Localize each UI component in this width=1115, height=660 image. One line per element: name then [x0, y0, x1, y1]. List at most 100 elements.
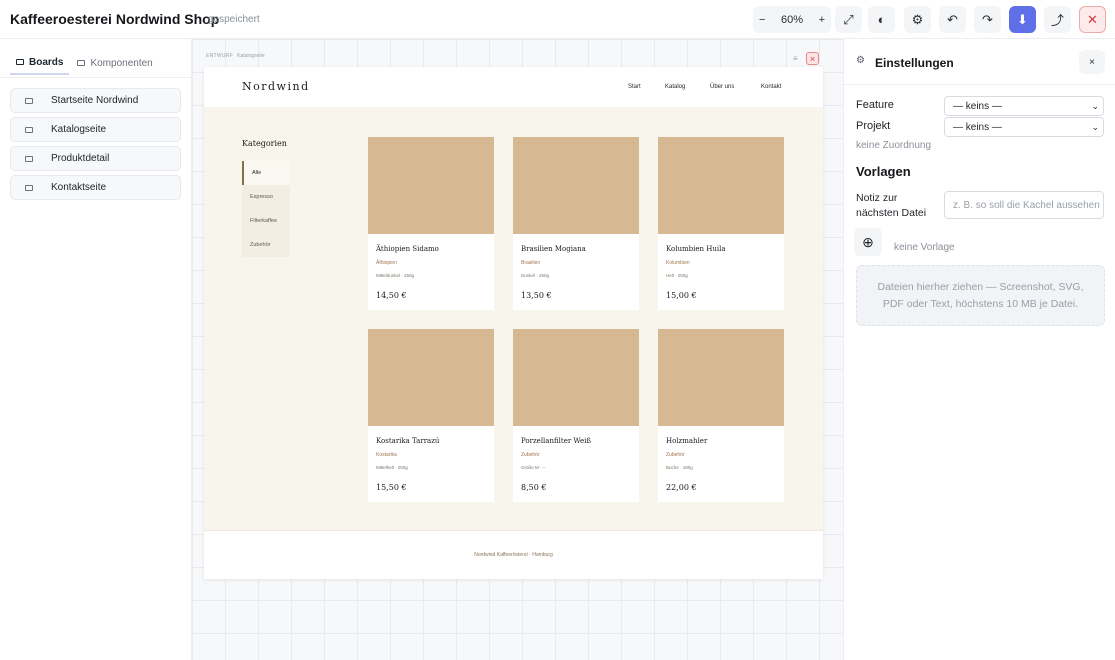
- board-name: Katalogseite: [237, 53, 265, 59]
- nav-link-start[interactable]: Start: [628, 84, 641, 90]
- board-kind: ENTWURF: [206, 53, 234, 59]
- download-button[interactable]: ⬇: [1009, 6, 1036, 33]
- product-origin: Brasilien: [521, 260, 541, 266]
- category-item-alle[interactable]: Alle: [242, 161, 290, 185]
- product-meta: Dunkel · 250g: [521, 273, 550, 278]
- sidebar-tabs: Boards Komponenten: [10, 51, 159, 75]
- feature-select[interactable]: — keins — ⌄: [944, 96, 1104, 116]
- board-icon: [25, 126, 33, 133]
- tab-label: Boards: [29, 56, 64, 68]
- category-item-zubehoer[interactable]: Zubehör: [242, 233, 290, 257]
- product-price: 8,50 €: [521, 483, 547, 492]
- product-name: Porzellanfilter Weiß: [521, 437, 592, 445]
- gear-icon: ⚙: [856, 55, 865, 66]
- board-item-katalogseite[interactable]: Katalogseite: [10, 117, 181, 142]
- component-icon: [77, 60, 86, 66]
- close-icon: ✕: [1087, 11, 1098, 27]
- undo-button[interactable]: ↶: [939, 6, 966, 33]
- product-card[interactable]: Brasilien Mogiana Brasilien Dunkel · 250…: [513, 137, 639, 310]
- divider: [0, 77, 191, 78]
- product-origin: Äthiopien: [376, 260, 397, 266]
- note-input[interactable]: z. B. so soll die Kachel aussehen: [944, 191, 1104, 219]
- zoom-control: − 60% +: [753, 6, 831, 33]
- board-icon: [16, 59, 24, 65]
- site-header: Nordwind Start Katalog Über uns Kontakt: [204, 67, 823, 107]
- fit-screen-button[interactable]: ⤢: [835, 6, 862, 33]
- share-button[interactable]: ⤴: [1044, 6, 1071, 33]
- product-card[interactable]: Kolumbien Huila Kolumbien Hell · 250g 15…: [658, 137, 784, 310]
- close-app-button[interactable]: ✕: [1079, 6, 1106, 33]
- board-item-startseite[interactable]: Startseite Nordwind: [10, 88, 181, 113]
- product-image-placeholder: [658, 137, 784, 234]
- project-label: Projekt: [856, 120, 891, 132]
- site-footer: Nordwind Kaffeerösterei · Hamburg: [204, 530, 823, 579]
- product-price: 15,00 €: [666, 291, 697, 300]
- board-item-produktdetail[interactable]: Produktdetail: [10, 146, 181, 171]
- product-price: 22,00 €: [666, 483, 697, 492]
- save-status: gespeichert: [208, 14, 260, 25]
- product-card[interactable]: Kostarika Tarrazú Kostarika Mittelhell ·…: [368, 329, 494, 502]
- panel-close-button[interactable]: ×: [1079, 50, 1105, 74]
- gear-icon: ⚙: [911, 11, 924, 27]
- board-close-button[interactable]: ×: [806, 52, 819, 65]
- zoom-level[interactable]: 60%: [781, 14, 803, 26]
- product-origin: Kolumbien: [666, 260, 690, 266]
- product-name: Kolumbien Huila: [666, 245, 726, 253]
- file-dropzone[interactable]: Dateien hierher ziehen — Screenshot, SVG…: [856, 265, 1105, 326]
- design-canvas[interactable]: ENTWURF Katalogseite ≡ × Nordwind Start …: [192, 39, 843, 660]
- product-origin: Zubehör: [666, 452, 685, 458]
- product-image-placeholder: [368, 329, 494, 426]
- board-list: Startseite Nordwind Katalogseite Produkt…: [10, 88, 181, 204]
- product-meta: Mitteldunkel · 250g: [376, 273, 415, 278]
- no-template-text: keine Vorlage: [894, 242, 955, 253]
- add-template-button[interactable]: ⊕: [854, 228, 882, 256]
- zoom-in-button[interactable]: +: [819, 14, 825, 26]
- board-icon: [25, 155, 33, 162]
- chevron-down-icon: ⌄: [1091, 121, 1099, 132]
- product-meta: Hell · 250g: [666, 273, 688, 278]
- product-meta: Mittelhell · 250g: [376, 465, 408, 470]
- tab-label: Komponenten: [90, 57, 153, 69]
- product-name: Kostarika Tarrazú: [376, 437, 440, 445]
- nav-link-ueber-uns[interactable]: Über uns: [710, 84, 734, 90]
- product-price: 15,50 €: [376, 483, 407, 492]
- product-price: 14,50 €: [376, 291, 407, 300]
- product-meta: Buche · 180g: [666, 465, 693, 470]
- category-item-espresso[interactable]: Espresso: [242, 185, 290, 209]
- board-item-kontaktseite[interactable]: Kontaktseite: [10, 175, 181, 200]
- project-select-value: — keins —: [953, 121, 1002, 133]
- undo-icon: ↶: [947, 11, 958, 27]
- categories-title: Kategorien: [242, 139, 287, 148]
- product-image-placeholder: [513, 329, 639, 426]
- product-card[interactable]: Äthiopien Sidamo Äthiopien Mitteldunkel …: [368, 137, 494, 310]
- board-item-label: Startseite Nordwind: [51, 95, 139, 106]
- divider: [844, 84, 1115, 85]
- app-title: Kaffeeroesterei Nordwind Shop: [10, 11, 220, 27]
- top-bar: Kaffeeroesterei Nordwind Shop gespeicher…: [0, 0, 1115, 39]
- product-image-placeholder: [513, 137, 639, 234]
- product-meta: Größe M · –: [521, 465, 546, 470]
- project-select[interactable]: — keins — ⌄: [944, 117, 1104, 137]
- category-item-filterkaffee[interactable]: Filterkaffee: [242, 209, 290, 233]
- theme-toggle-button[interactable]: ◐: [868, 6, 895, 33]
- redo-button[interactable]: ↷: [974, 6, 1001, 33]
- tab-boards[interactable]: Boards: [10, 51, 70, 75]
- board-katalogseite[interactable]: Nordwind Start Katalog Über uns Kontakt …: [204, 67, 823, 579]
- product-name: Brasilien Mogiana: [521, 245, 586, 253]
- site-logo: Nordwind: [242, 80, 310, 93]
- zoom-out-button[interactable]: −: [759, 14, 765, 26]
- category-list: Alle Espresso Filterkaffee Zubehör: [242, 161, 290, 257]
- product-card[interactable]: Porzellanfilter Weiß Zubehör Größe M · –…: [513, 329, 639, 502]
- product-image-placeholder: [658, 329, 784, 426]
- download-icon: ⬇: [1017, 11, 1028, 27]
- tab-components[interactable]: Komponenten: [71, 51, 158, 75]
- board-menu-button[interactable]: ≡: [793, 54, 798, 63]
- footer-text: Nordwind Kaffeerösterei · Hamburg: [474, 552, 553, 558]
- settings-button[interactable]: ⚙: [904, 6, 931, 33]
- product-card[interactable]: Holzmahler Zubehör Buche · 180g 22,00 €: [658, 329, 784, 502]
- nav-link-kontakt[interactable]: Kontakt: [761, 84, 781, 90]
- dropzone-text: Dateien hierher ziehen — Screenshot, SVG…: [877, 280, 1084, 310]
- product-name: Äthiopien Sidamo: [376, 245, 439, 253]
- feature-select-value: — keins —: [953, 100, 1002, 112]
- nav-link-katalog[interactable]: Katalog: [665, 84, 685, 90]
